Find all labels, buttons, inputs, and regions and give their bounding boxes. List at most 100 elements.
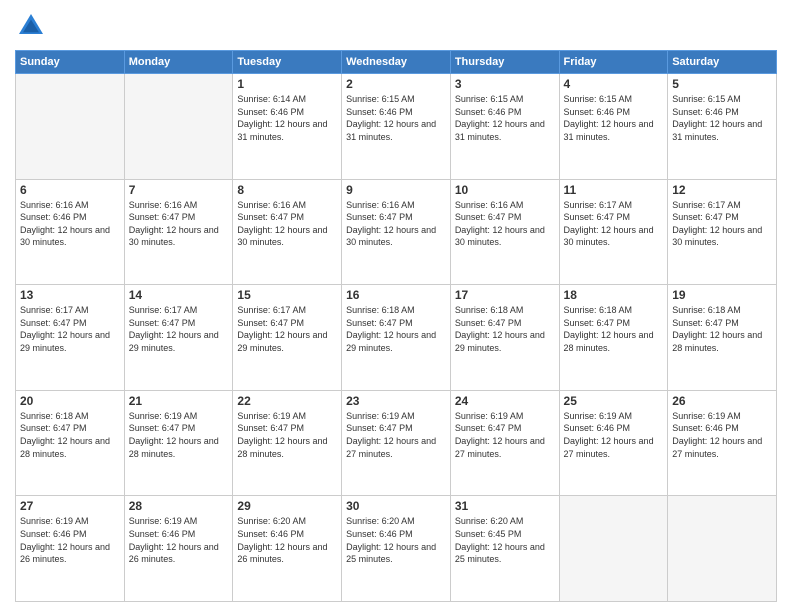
calendar-cell: 13 Sunrise: 6:17 AM Sunset: 6:47 PM Dayli… [16,285,125,391]
day-info: Sunrise: 6:19 AM Sunset: 6:47 PM Dayligh… [129,410,229,460]
day-info: Sunrise: 6:16 AM Sunset: 6:47 PM Dayligh… [237,199,337,249]
day-number: 17 [455,288,555,302]
day-number: 16 [346,288,446,302]
day-info: Sunrise: 6:19 AM Sunset: 6:47 PM Dayligh… [455,410,555,460]
day-info: Sunrise: 6:15 AM Sunset: 6:46 PM Dayligh… [455,93,555,143]
day-number: 13 [20,288,120,302]
weekday-header-saturday: Saturday [668,51,777,74]
day-number: 19 [672,288,772,302]
calendar-cell [124,74,233,180]
calendar-cell [559,496,668,602]
weekday-header-friday: Friday [559,51,668,74]
day-number: 12 [672,183,772,197]
week-row-0: 1 Sunrise: 6:14 AM Sunset: 6:46 PM Daylig… [16,74,777,180]
calendar-cell: 3 Sunrise: 6:15 AM Sunset: 6:46 PM Daylig… [450,74,559,180]
day-info: Sunrise: 6:17 AM Sunset: 6:47 PM Dayligh… [129,304,229,354]
day-info: Sunrise: 6:15 AM Sunset: 6:46 PM Dayligh… [564,93,664,143]
day-info: Sunrise: 6:19 AM Sunset: 6:47 PM Dayligh… [237,410,337,460]
weekday-header-tuesday: Tuesday [233,51,342,74]
day-info: Sunrise: 6:14 AM Sunset: 6:46 PM Dayligh… [237,93,337,143]
day-info: Sunrise: 6:17 AM Sunset: 6:47 PM Dayligh… [672,199,772,249]
calendar-cell: 29 Sunrise: 6:20 AM Sunset: 6:46 PM Dayli… [233,496,342,602]
day-number: 24 [455,394,555,408]
day-number: 26 [672,394,772,408]
day-number: 8 [237,183,337,197]
weekday-header-thursday: Thursday [450,51,559,74]
day-info: Sunrise: 6:16 AM Sunset: 6:47 PM Dayligh… [129,199,229,249]
day-info: Sunrise: 6:19 AM Sunset: 6:46 PM Dayligh… [672,410,772,460]
day-info: Sunrise: 6:18 AM Sunset: 6:47 PM Dayligh… [20,410,120,460]
logo-icon [15,10,47,42]
day-number: 10 [455,183,555,197]
calendar-cell: 18 Sunrise: 6:18 AM Sunset: 6:47 PM Dayli… [559,285,668,391]
weekday-header-row: SundayMondayTuesdayWednesdayThursdayFrid… [16,51,777,74]
day-number: 4 [564,77,664,91]
day-number: 18 [564,288,664,302]
calendar-cell: 8 Sunrise: 6:16 AM Sunset: 6:47 PM Daylig… [233,179,342,285]
day-info: Sunrise: 6:19 AM Sunset: 6:46 PM Dayligh… [564,410,664,460]
day-number: 3 [455,77,555,91]
calendar-cell: 16 Sunrise: 6:18 AM Sunset: 6:47 PM Dayli… [342,285,451,391]
calendar-cell: 27 Sunrise: 6:19 AM Sunset: 6:46 PM Dayli… [16,496,125,602]
day-info: Sunrise: 6:20 AM Sunset: 6:45 PM Dayligh… [455,515,555,565]
day-info: Sunrise: 6:20 AM Sunset: 6:46 PM Dayligh… [237,515,337,565]
calendar-cell: 23Sunrise: 6:19 AM Sunset: 6:47 PM Dayli… [342,390,451,496]
week-row-1: 6Sunrise: 6:16 AM Sunset: 6:46 PM Daylig… [16,179,777,285]
calendar-cell [16,74,125,180]
calendar-cell: 31 Sunrise: 6:20 AM Sunset: 6:45 PM Dayli… [450,496,559,602]
calendar: SundayMondayTuesdayWednesdayThursdayFrid… [15,50,777,602]
day-number: 23 [346,394,446,408]
day-info: Sunrise: 6:19 AM Sunset: 6:46 PM Dayligh… [129,515,229,565]
calendar-cell: 12 Sunrise: 6:17 AM Sunset: 6:47 PM Dayli… [668,179,777,285]
day-info: Sunrise: 6:18 AM Sunset: 6:47 PM Dayligh… [346,304,446,354]
day-info: Sunrise: 6:16 AM Sunset: 6:47 PM Dayligh… [455,199,555,249]
calendar-cell: 1 Sunrise: 6:14 AM Sunset: 6:46 PM Daylig… [233,74,342,180]
calendar-cell: 7Sunrise: 6:16 AM Sunset: 6:47 PM Daylig… [124,179,233,285]
day-info: Sunrise: 6:18 AM Sunset: 6:47 PM Dayligh… [672,304,772,354]
day-info: Sunrise: 6:19 AM Sunset: 6:46 PM Dayligh… [20,515,120,565]
calendar-cell: 9 Sunrise: 6:16 AM Sunset: 6:47 PM Daylig… [342,179,451,285]
day-number: 14 [129,288,229,302]
calendar-cell: 15 Sunrise: 6:17 AM Sunset: 6:47 PM Dayli… [233,285,342,391]
day-info: Sunrise: 6:15 AM Sunset: 6:46 PM Dayligh… [346,93,446,143]
calendar-cell: 17Sunrise: 6:18 AM Sunset: 6:47 PM Dayli… [450,285,559,391]
day-number: 25 [564,394,664,408]
day-number: 28 [129,499,229,513]
calendar-cell: 21Sunrise: 6:19 AM Sunset: 6:47 PM Dayli… [124,390,233,496]
calendar-cell: 11Sunrise: 6:17 AM Sunset: 6:47 PM Dayli… [559,179,668,285]
day-number: 31 [455,499,555,513]
day-number: 20 [20,394,120,408]
day-number: 27 [20,499,120,513]
calendar-cell: 30Sunrise: 6:20 AM Sunset: 6:46 PM Dayli… [342,496,451,602]
calendar-cell: 2 Sunrise: 6:15 AM Sunset: 6:46 PM Daylig… [342,74,451,180]
day-number: 29 [237,499,337,513]
week-row-2: 13 Sunrise: 6:17 AM Sunset: 6:47 PM Dayli… [16,285,777,391]
day-info: Sunrise: 6:17 AM Sunset: 6:47 PM Dayligh… [20,304,120,354]
day-info: Sunrise: 6:17 AM Sunset: 6:47 PM Dayligh… [237,304,337,354]
calendar-cell: 4 Sunrise: 6:15 AM Sunset: 6:46 PM Daylig… [559,74,668,180]
weekday-header-sunday: Sunday [16,51,125,74]
calendar-cell: 25 Sunrise: 6:19 AM Sunset: 6:46 PM Dayli… [559,390,668,496]
calendar-cell: 22 Sunrise: 6:19 AM Sunset: 6:47 PM Dayli… [233,390,342,496]
weekday-header-monday: Monday [124,51,233,74]
day-info: Sunrise: 6:16 AM Sunset: 6:47 PM Dayligh… [346,199,446,249]
week-row-4: 27 Sunrise: 6:19 AM Sunset: 6:46 PM Dayli… [16,496,777,602]
page: SundayMondayTuesdayWednesdayThursdayFrid… [0,0,792,612]
day-number: 22 [237,394,337,408]
day-info: Sunrise: 6:18 AM Sunset: 6:47 PM Dayligh… [564,304,664,354]
calendar-cell: 6Sunrise: 6:16 AM Sunset: 6:46 PM Daylig… [16,179,125,285]
day-number: 5 [672,77,772,91]
day-number: 2 [346,77,446,91]
week-row-3: 20 Sunrise: 6:18 AM Sunset: 6:47 PM Dayli… [16,390,777,496]
day-number: 1 [237,77,337,91]
calendar-cell: 24 Sunrise: 6:19 AM Sunset: 6:47 PM Dayli… [450,390,559,496]
calendar-cell [668,496,777,602]
day-number: 15 [237,288,337,302]
calendar-cell: 14 Sunrise: 6:17 AM Sunset: 6:47 PM Dayli… [124,285,233,391]
day-info: Sunrise: 6:17 AM Sunset: 6:47 PM Dayligh… [564,199,664,249]
weekday-header-wednesday: Wednesday [342,51,451,74]
day-number: 9 [346,183,446,197]
calendar-cell: 10 Sunrise: 6:16 AM Sunset: 6:47 PM Dayli… [450,179,559,285]
calendar-cell: 20 Sunrise: 6:18 AM Sunset: 6:47 PM Dayli… [16,390,125,496]
logo [15,10,51,42]
